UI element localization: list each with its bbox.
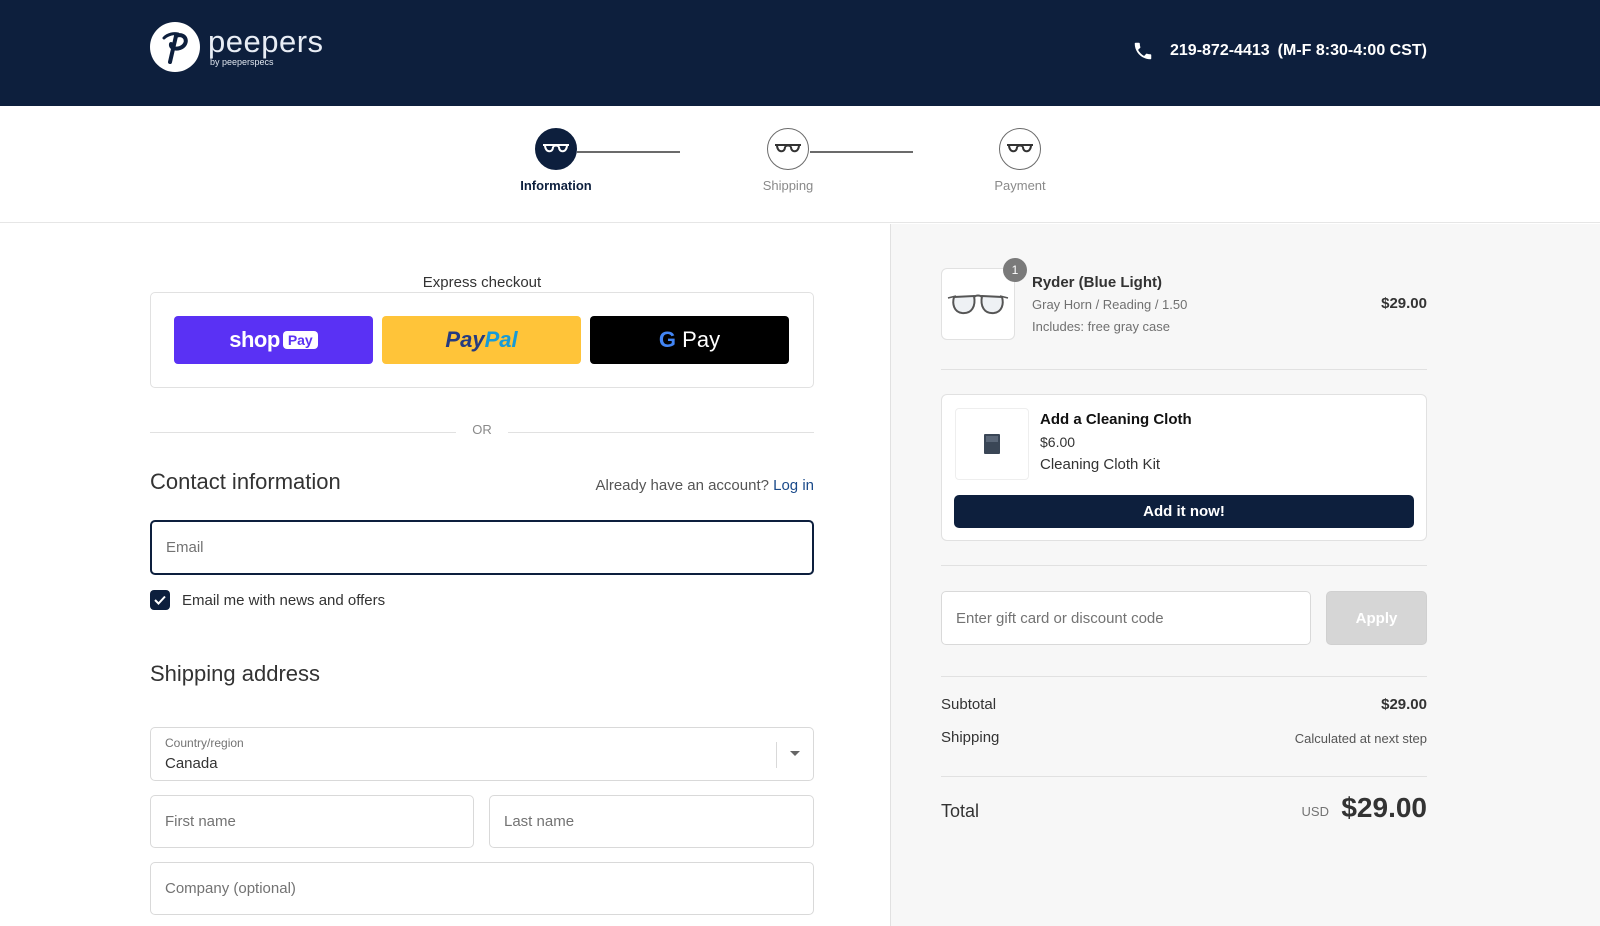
step-payment[interactable]: Payment [950,128,1090,193]
product-includes: Includes: free gray case [1032,319,1171,334]
cart-item: 1 Ryder (Blue Light) Gray Horn / Reading… [941,258,1427,350]
subtotal-row: Subtotal $29.00 [941,696,1427,713]
glasses-icon [767,128,809,170]
checkout-steps: Information Shipping Payment [0,106,1600,223]
login-link[interactable]: Log in [773,477,814,494]
step-label: Shipping [762,178,814,193]
support-hours: (M-F 8:30-4:00 CST) [1277,42,1427,59]
shipping-heading: Shipping address [150,661,321,686]
first-name-wrapper [150,795,474,848]
glasses-icon [999,128,1041,170]
total-label: Total [941,801,980,821]
discount-code-input[interactable] [942,592,1310,644]
email-field-wrapper [150,520,814,575]
email-input[interactable] [152,522,812,573]
add-cleaning-cloth-button[interactable]: Add it now! [954,495,1414,528]
first-name-input[interactable] [151,796,473,847]
logo-mark-icon [150,22,200,72]
order-summary: 1 Ryder (Blue Light) Gray Horn / Reading… [890,224,1600,926]
country-select[interactable]: Country/region Canada [150,727,814,781]
glasses-icon [535,128,577,170]
total-value: $29.00 [1341,792,1427,823]
upsell-price: $6.00 [1040,434,1076,450]
country-label: Country/region [165,736,244,750]
divider [941,776,1427,777]
discount-field-wrapper [941,591,1311,645]
company-input[interactable] [151,863,813,914]
company-wrapper [150,862,814,915]
checkout-form: Express checkout shop Pay PayPal G Pay O… [0,224,890,926]
divider [941,676,1427,677]
quantity-badge: 1 [1003,258,1027,282]
brand-logo[interactable]: peepers by peeperspecs [150,22,324,72]
divider [941,369,1427,370]
total-row: Total USD $29.00 [941,792,1427,832]
site-header: peepers by peeperspecs 219-872-4413 (M-F… [0,0,1600,106]
shipping-label: Shipping [941,729,1000,746]
divider [941,565,1427,566]
step-label: Information [520,178,592,193]
product-variant: Gray Horn / Reading / 1.50 [1032,297,1188,312]
newsletter-label: Email me with news and offers [182,591,386,609]
express-checkout-title: Express checkout [150,274,814,291]
support-phone[interactable]: 219-872-4413 (M-F 8:30-4:00 CST) [1132,40,1427,62]
step-shipping[interactable]: Shipping [718,128,858,193]
newsletter-option: Email me with news and offers [150,590,385,610]
eyeglasses-icon [947,294,1009,315]
phone-icon [1134,42,1152,60]
last-name-input[interactable] [490,796,813,847]
cloth-kit-icon [984,434,1000,454]
google-pay-button[interactable]: G Pay [590,316,789,364]
upsell-card: Add a Cleaning Cloth $6.00 Cleaning Clot… [941,394,1427,541]
product-image [941,268,1015,340]
product-price: $29.00 [1381,295,1427,312]
phone-number: 219-872-4413 [1170,42,1270,59]
brand-name: peepers [208,24,324,59]
paypal-button[interactable]: PayPal [382,316,581,364]
upsell-description: Cleaning Cloth Kit [1040,456,1161,473]
account-prompt: Already have an account? Log in [595,477,815,494]
google-g-icon: G [658,327,677,352]
last-name-wrapper [489,795,814,848]
product-name: Ryder (Blue Light) [1032,274,1162,291]
total-currency: USD [1301,804,1329,819]
subtotal-label: Subtotal [941,696,997,713]
shipping-row: Shipping Calculated at next step [941,729,1427,746]
newsletter-checkbox[interactable] [150,590,170,610]
or-divider: OR [150,422,814,442]
country-value: Canada [165,755,218,772]
subtotal-value: $29.00 [1381,696,1427,713]
step-information[interactable]: Information [486,128,626,193]
shop-pay-button[interactable]: shop Pay [174,316,373,364]
shipping-value: Calculated at next step [1294,731,1427,746]
step-label: Payment [994,178,1046,193]
checkmark-icon [154,595,166,605]
contact-heading: Contact information [150,469,341,494]
cleaning-cloth-image [955,408,1029,480]
apply-discount-button[interactable]: Apply [1326,591,1427,645]
chevron-down-icon [790,751,800,756]
upsell-title: Add a Cleaning Cloth [1040,411,1192,428]
